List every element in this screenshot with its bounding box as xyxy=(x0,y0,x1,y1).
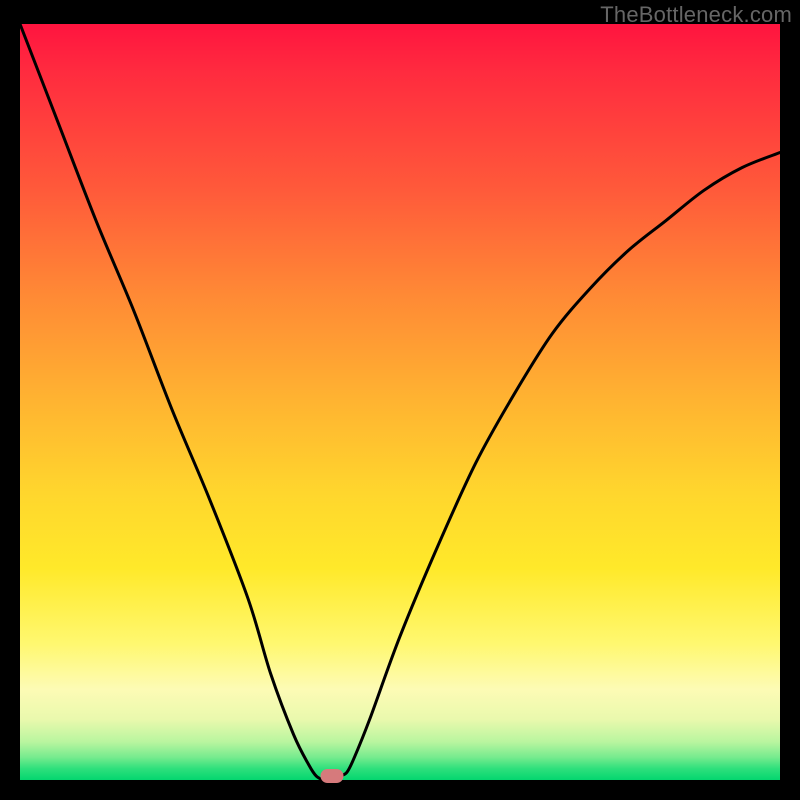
minimum-marker xyxy=(320,769,343,783)
watermark-text: TheBottleneck.com xyxy=(600,2,792,28)
bottleneck-curve xyxy=(20,24,780,780)
chart-frame: TheBottleneck.com xyxy=(0,0,800,800)
plot-area xyxy=(20,24,780,780)
